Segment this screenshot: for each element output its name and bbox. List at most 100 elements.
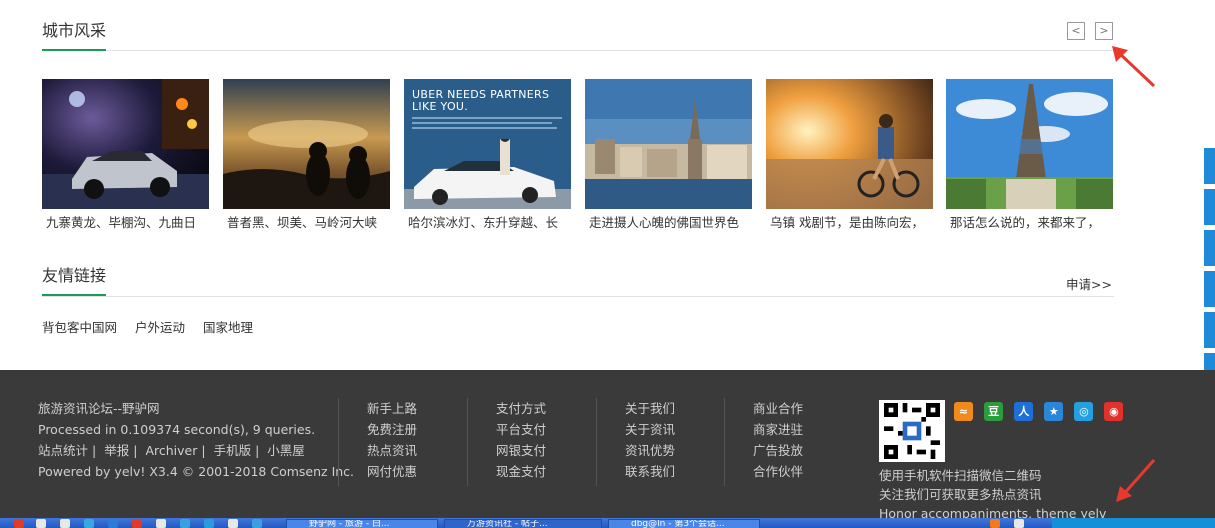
gallery-image[interactable]: [223, 79, 390, 209]
carousel-next-button[interactable]: >: [1095, 22, 1113, 40]
quick-launch-icon[interactable]: [252, 519, 262, 528]
apply-link[interactable]: 申请>>: [1066, 274, 1112, 293]
quick-launch-icon[interactable]: [60, 519, 70, 528]
gallery-image[interactable]: [585, 79, 752, 209]
footer-link[interactable]: 免费注册: [367, 419, 466, 440]
chevron-right-icon: >: [1099, 24, 1109, 37]
side-tab[interactable]: [1204, 189, 1215, 225]
quick-launch-icon[interactable]: [180, 519, 190, 528]
gallery-caption[interactable]: 普者黑、坝美、马岭河大峡: [223, 215, 390, 231]
footer-link[interactable]: 商业合作: [753, 398, 852, 419]
footer-link[interactable]: 小黑屋: [267, 443, 305, 458]
footer-powered: Powered by yelv! X3.4 © 2001-2018 Comsen…: [38, 464, 355, 479]
footer-link[interactable]: 合作伙伴: [753, 461, 852, 482]
os-taskbar: 野驴网 - 旅游 - 白... 万游资讯社 - 帖子... dbg@ln - 第…: [0, 518, 1215, 528]
gallery-caption[interactable]: 那话怎么说的，来都来了，: [946, 215, 1113, 231]
rss-icon[interactable]: ≈: [954, 402, 973, 421]
footer-link[interactable]: 网付优惠: [367, 461, 466, 482]
system-tray[interactable]: [1052, 518, 1215, 528]
gallery-caption[interactable]: 九寨黄龙、毕棚沟、九曲日: [42, 215, 209, 231]
gallery-caption[interactable]: 走进摄人心魄的佛国世界色: [585, 215, 752, 231]
gallery-caption[interactable]: 哈尔滨冰灯、东升穿越、长: [404, 215, 571, 231]
friend-links-header: 友情链接 申请>>: [42, 262, 1114, 297]
renren-icon[interactable]: 人: [1014, 402, 1034, 421]
page: 城市风采 < > 九寨黄龙、毕棚沟、九曲日 普者黑、坝美、马岭河大峡 UBER …: [0, 0, 1215, 528]
taskbar-task[interactable]: 野驴网 - 旅游 - 白...: [286, 519, 438, 528]
gallery-image[interactable]: UBER NEEDS PARTNERS LIKE YOU.: [404, 79, 571, 209]
footer-column: 商业合作 商家进驻 广告投放 合作伙伴: [724, 398, 852, 486]
footer-link[interactable]: 网银支付: [496, 440, 595, 461]
footer-column: 新手上路 免费注册 热点资讯 网付优惠: [338, 398, 466, 486]
footer-link[interactable]: Archiver: [145, 443, 197, 458]
friend-link[interactable]: 国家地理: [203, 320, 253, 335]
footer-link[interactable]: 关于资讯: [625, 419, 724, 440]
gallery-image[interactable]: [766, 79, 933, 209]
gallery-card[interactable]: 普者黑、坝美、马岭河大峡: [223, 79, 390, 231]
gallery-card[interactable]: 走进摄人心魄的佛国世界色: [585, 79, 752, 231]
footer-column: 关于我们 关于资讯 资讯优势 联系我们: [596, 398, 724, 486]
friend-links-title: 友情链接: [42, 266, 107, 296]
carousel-prev-button[interactable]: <: [1067, 22, 1085, 40]
wechat-qr-code: [879, 400, 945, 462]
chevron-left-icon: <: [1071, 24, 1081, 37]
footer-link[interactable]: 广告投放: [753, 440, 852, 461]
tencent-weibo-icon[interactable]: ◎: [1074, 402, 1094, 421]
footer-info: 旅游资讯论坛--野驴网 Processed in 0.109374 second…: [38, 398, 354, 482]
quick-launch-icon[interactable]: [228, 519, 238, 528]
footer-link[interactable]: 热点资讯: [367, 440, 466, 461]
city-gallery: 九寨黄龙、毕棚沟、九曲日 普者黑、坝美、马岭河大峡 UBER NEEDS PAR…: [42, 79, 1122, 239]
footer-link[interactable]: 新手上路: [367, 398, 466, 419]
footer-site-name[interactable]: 旅游资讯论坛--野驴网: [38, 398, 354, 419]
taskbar-task[interactable]: 万游资讯社 - 帖子...: [444, 519, 602, 528]
annotation-arrow-icon: [1116, 459, 1156, 502]
footer-link[interactable]: 关于我们: [625, 398, 724, 419]
gallery-caption[interactable]: 乌镇 戏剧节，是由陈向宏，: [766, 215, 933, 231]
quick-launch-icon[interactable]: [990, 519, 1000, 528]
footer-link[interactable]: 手机版: [214, 443, 252, 458]
city-section-title: 城市风采: [42, 21, 107, 51]
city-section-header: 城市风采 < >: [42, 14, 1114, 51]
quick-launch-icon[interactable]: [204, 519, 214, 528]
gallery-image[interactable]: [946, 79, 1113, 209]
friend-link[interactable]: 背包客中国网: [42, 320, 117, 335]
side-tab[interactable]: [1204, 148, 1215, 184]
quick-launch-icon[interactable]: [156, 519, 166, 528]
footer-link[interactable]: 站点统计: [38, 443, 88, 458]
qzone-icon[interactable]: ★: [1044, 402, 1064, 421]
footer-link[interactable]: 现金支付: [496, 461, 595, 482]
gallery-card[interactable]: UBER NEEDS PARTNERS LIKE YOU. 哈尔滨冰灯、东升穿越…: [404, 79, 571, 231]
social-icons: ≈ 豆 人 ★ ◎ ◉: [954, 400, 1129, 421]
friend-links-list: 背包客中国网 户外运动 国家地理: [42, 317, 267, 336]
friend-link[interactable]: 户外运动: [135, 320, 185, 335]
footer-link[interactable]: 支付方式: [496, 398, 595, 419]
quick-launch-icon[interactable]: [132, 519, 142, 528]
footer-link[interactable]: 平台支付: [496, 419, 595, 440]
qr-code-icon: [884, 403, 940, 459]
quick-launch-icon[interactable]: [36, 519, 46, 528]
site-footer: 旅游资讯论坛--野驴网 Processed in 0.109374 second…: [0, 370, 1215, 520]
side-tab[interactable]: [1204, 230, 1215, 266]
sina-weibo-icon[interactable]: ◉: [1104, 402, 1124, 421]
footer-link[interactable]: 资讯优势: [625, 440, 724, 461]
footer-processed: Processed in 0.109374 second(s), 9 queri…: [38, 422, 316, 437]
gallery-card[interactable]: 那话怎么说的，来都来了，: [946, 79, 1113, 231]
quick-launch-icon[interactable]: [14, 519, 24, 528]
gallery-card[interactable]: 乌镇 戏剧节，是由陈向宏，: [766, 79, 933, 231]
douban-icon[interactable]: 豆: [984, 402, 1004, 421]
footer-small-links: 站点统计 | 举报 | Archiver | 手机版 | 小黑屋: [38, 443, 305, 458]
ad-headline: UBER NEEDS PARTNERS LIKE YOU.: [412, 88, 550, 113]
footer-link[interactable]: 商家进驻: [753, 419, 852, 440]
taskbar-task[interactable]: dbg@ln - 第3个会话...: [608, 519, 760, 528]
quick-launch-icon[interactable]: [108, 519, 118, 528]
qr-text-line: 关注我们可获取更多热点资讯: [879, 487, 1042, 502]
gallery-image[interactable]: [42, 79, 209, 209]
side-tab[interactable]: [1204, 271, 1215, 307]
footer-link[interactable]: 举报: [104, 443, 129, 458]
side-tab[interactable]: [1204, 312, 1215, 348]
qr-text-line: 使用手机软件扫描微信二维码: [879, 468, 1042, 483]
quick-launch-icon[interactable]: [84, 519, 94, 528]
footer-column: 支付方式 平台支付 网银支付 现金支付: [467, 398, 595, 486]
quick-launch-icon[interactable]: [1014, 519, 1024, 528]
footer-link[interactable]: 联系我们: [625, 461, 724, 482]
gallery-card[interactable]: 九寨黄龙、毕棚沟、九曲日: [42, 79, 209, 231]
